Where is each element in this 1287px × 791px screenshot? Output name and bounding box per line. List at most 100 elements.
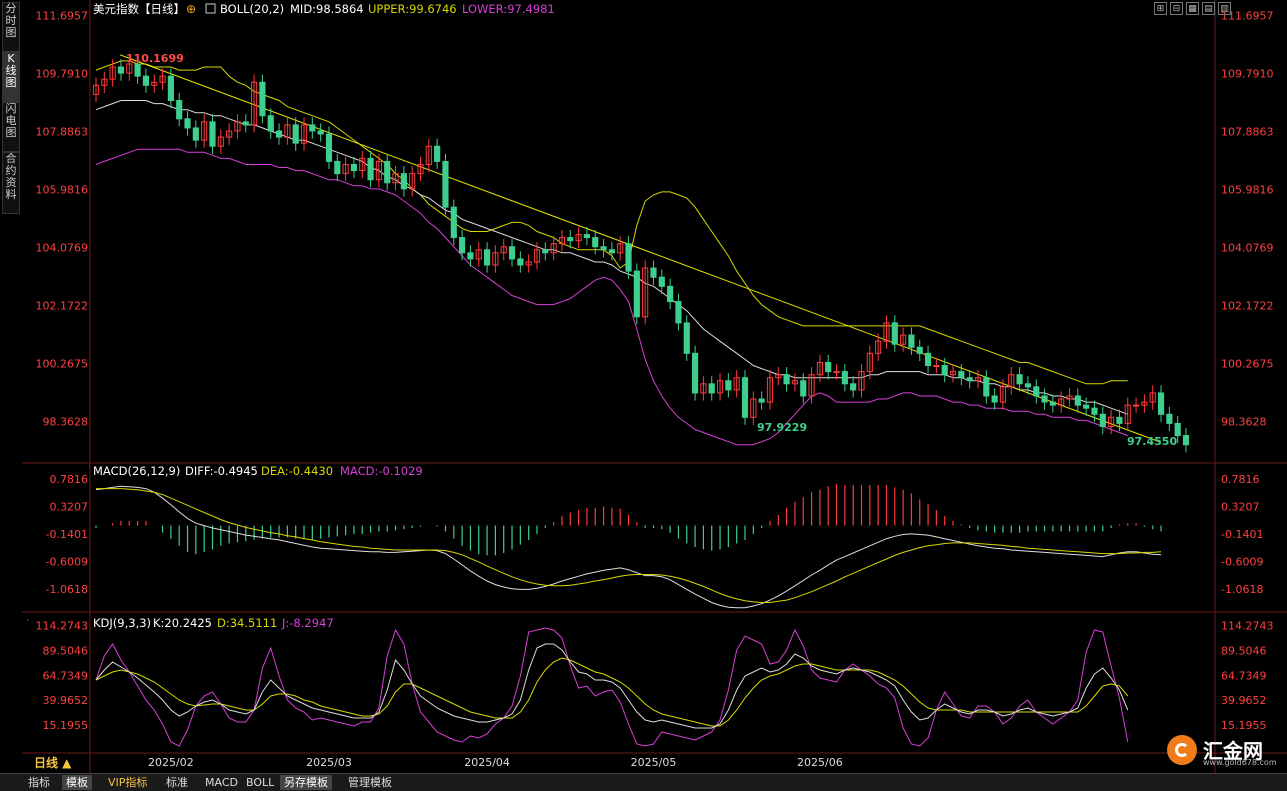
macd-tick-left-4: -1.0618 bbox=[46, 583, 88, 596]
y-tick-label-left-6: 100.2675 bbox=[36, 357, 89, 370]
candle-body bbox=[800, 380, 807, 397]
price-axis: 111.6957 111.6957109.7910 109.7910107.8863… bbox=[36, 9, 1274, 428]
candle-body bbox=[1033, 386, 1040, 397]
tab-templates[interactable]: 模板 bbox=[62, 775, 92, 790]
kdj-j-value: J:-8.2947 bbox=[281, 616, 334, 630]
kdj-tick-right-4: 15.1955 bbox=[1221, 719, 1267, 732]
window-button-2[interactable]: ⊟ bbox=[1170, 2, 1183, 15]
candle-body bbox=[650, 267, 657, 278]
tab-standard[interactable]: 标准 bbox=[162, 775, 192, 790]
candle-body bbox=[841, 371, 848, 385]
candle-body bbox=[517, 258, 524, 266]
candle-body bbox=[1099, 413, 1106, 427]
kdj-tick-left-1: 89.5046 bbox=[43, 644, 89, 657]
chart-canvas[interactable]: 美元指数【日线】 ⊕ BOLL(20,2) MID:98.5864 UPPER:… bbox=[0, 0, 1287, 773]
candle-body bbox=[667, 285, 674, 303]
tab-boll[interactable]: BOLL bbox=[242, 775, 278, 790]
candle-body bbox=[184, 118, 191, 129]
window-button-1[interactable]: ⊞ bbox=[1154, 2, 1167, 15]
candle-body bbox=[142, 75, 150, 86]
candlestick-series bbox=[92, 56, 1190, 453]
candle-body bbox=[933, 365, 940, 368]
kdj-k-value: K:20.2425 bbox=[153, 616, 212, 630]
candle-body bbox=[350, 163, 358, 172]
candle-body bbox=[983, 377, 990, 397]
window-button-4[interactable]: ▤ bbox=[1202, 2, 1215, 15]
candle-body bbox=[708, 383, 715, 394]
candle-body bbox=[1116, 416, 1123, 424]
macd-tick-left-2: -0.1401 bbox=[46, 528, 88, 541]
candle-body bbox=[325, 133, 333, 162]
candle-body bbox=[317, 130, 324, 135]
logo-url: www.gold678.com bbox=[1203, 758, 1277, 767]
kdj-d-line bbox=[95, 657, 1129, 727]
kdj-marker-icon: ᐧ bbox=[26, 614, 29, 627]
candle-body bbox=[741, 377, 749, 418]
site-logo: 汇金网 www.gold678.com bbox=[1165, 733, 1285, 769]
candle-body bbox=[259, 81, 266, 117]
kdj-tick-left-3: 39.9652 bbox=[43, 694, 89, 707]
candle-body bbox=[1083, 404, 1090, 409]
tab-indicators[interactable]: 指标 bbox=[24, 775, 54, 790]
candle-body bbox=[916, 346, 923, 354]
candle-body bbox=[134, 63, 141, 77]
y-tick-label-right-5: 102.1722 bbox=[1221, 299, 1274, 312]
candle-body bbox=[924, 352, 932, 367]
candle-body bbox=[833, 371, 840, 374]
candle-body bbox=[1166, 413, 1173, 424]
candle-body bbox=[908, 334, 915, 348]
candle-body bbox=[400, 173, 407, 190]
candle-body bbox=[209, 121, 216, 147]
tab-manage-template[interactable]: 管理模板 bbox=[344, 775, 396, 790]
tab-save-template[interactable]: 另存模板 bbox=[280, 775, 332, 790]
kdj-tick-right-3: 39.9652 bbox=[1221, 694, 1267, 707]
x-tick-label-4: 2025/06 bbox=[797, 756, 843, 769]
y-tick-label-right-6: 100.2675 bbox=[1221, 357, 1274, 370]
candle-body bbox=[825, 361, 832, 373]
indicator-icon bbox=[205, 3, 216, 14]
candle-body bbox=[658, 276, 665, 287]
candle-body bbox=[1074, 395, 1081, 406]
tab-vip-indicators[interactable]: VIP指标 bbox=[104, 775, 151, 790]
candle-body bbox=[1024, 383, 1031, 388]
x-tick-label-0: 2025/02 bbox=[148, 756, 194, 769]
y-tick-label-left-2: 107.8863 bbox=[36, 125, 89, 138]
candle-body bbox=[434, 145, 441, 162]
instrument-title: 美元指数【日线】 bbox=[93, 2, 185, 16]
kdj-plot bbox=[95, 627, 1129, 747]
kdj-tick-left-0: 114.2743 bbox=[36, 620, 89, 633]
kdj-j-line bbox=[95, 627, 1129, 747]
boll-upper-line bbox=[95, 60, 1128, 385]
boll-lower-line bbox=[95, 148, 1128, 446]
x-tick-label-3: 2025/05 bbox=[631, 756, 677, 769]
candle-body bbox=[1091, 407, 1098, 415]
candle-body bbox=[783, 374, 790, 385]
low-price-label-2: 97.4550 bbox=[1127, 435, 1177, 448]
window-button-3[interactable]: ▦ bbox=[1186, 2, 1199, 15]
candle-body bbox=[334, 160, 341, 175]
macd-tick-right-3: -0.6009 bbox=[1221, 555, 1263, 568]
macd-plot bbox=[95, 483, 1162, 609]
settings-icon[interactable]: ⊕ bbox=[186, 2, 196, 16]
macd-diff-value: DIFF:-0.4945 bbox=[185, 464, 258, 478]
candle-body bbox=[608, 249, 615, 254]
candle-body bbox=[1016, 374, 1023, 385]
tab-macd[interactable]: MACD bbox=[201, 775, 242, 790]
macd-tick-left-0: 0.7816 bbox=[50, 473, 89, 486]
candle-body bbox=[850, 383, 857, 391]
candle-body bbox=[600, 246, 607, 251]
boll-mid-value: MID:98.5864 bbox=[290, 2, 364, 16]
candle-body bbox=[941, 365, 948, 376]
macd-tick-left-1: 0.3207 bbox=[50, 500, 89, 513]
candle-body bbox=[384, 160, 391, 184]
kdj-tick-right-0: 114.2743 bbox=[1221, 620, 1274, 633]
candle-body bbox=[567, 237, 574, 242]
candle-body bbox=[1041, 395, 1048, 403]
y-tick-label-left-1: 109.7910 bbox=[36, 67, 89, 80]
period-label[interactable]: 日线 ▲ bbox=[34, 755, 72, 770]
macd-title: MACD(26,12,9) bbox=[93, 464, 180, 478]
candle-body bbox=[958, 371, 965, 379]
candle-body bbox=[117, 66, 125, 74]
y-tick-label-right-7: 98.3628 bbox=[1221, 415, 1267, 428]
window-button-5[interactable]: ▥ bbox=[1218, 2, 1231, 15]
